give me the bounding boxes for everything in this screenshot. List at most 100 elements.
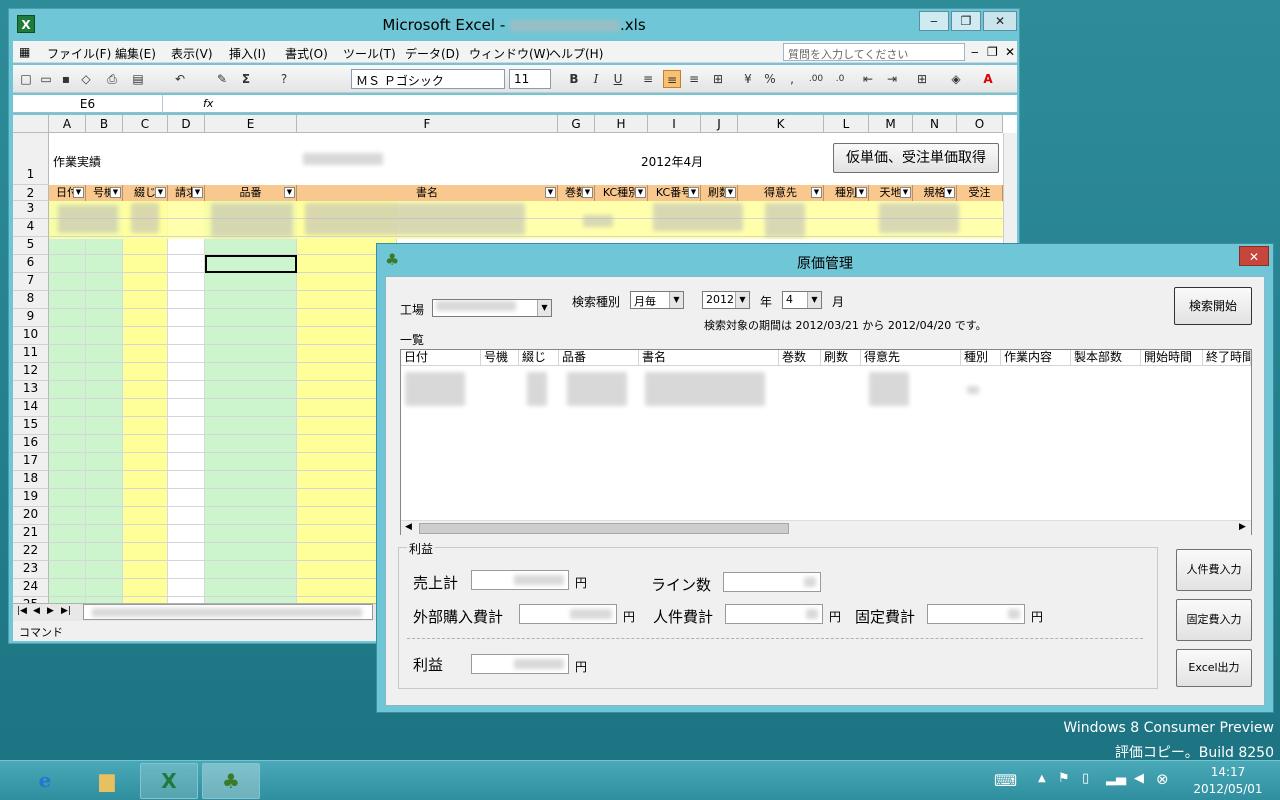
excel-output-button[interactable]: Excel出力 [1176, 649, 1252, 687]
sheet-next-icon[interactable]: ▶ [47, 606, 54, 616]
list-col-kind[interactable]: 種別 [961, 350, 1001, 366]
row-header-10[interactable]: 10 [13, 327, 49, 345]
row-header-8[interactable]: 8 [13, 291, 49, 309]
filter-dropdown-icon[interactable]: ▼ [155, 187, 166, 198]
list-col-machine[interactable]: 号機 [481, 350, 519, 366]
bold-icon[interactable]: B [565, 70, 583, 88]
filter-dropdown-icon[interactable]: ▼ [900, 187, 911, 198]
cell-i1[interactable]: 2012年4月 [641, 153, 703, 170]
filter-dropdown-icon[interactable]: ▼ [688, 187, 699, 198]
col-header-g[interactable]: G [558, 115, 595, 133]
excel-taskbar-icon[interactable]: X [140, 763, 198, 799]
row-header-5[interactable]: 5 [13, 237, 49, 255]
name-box[interactable]: E6 [13, 95, 163, 113]
outsourcing-field[interactable] [519, 604, 617, 624]
filter-dropdown-icon[interactable]: ▼ [284, 187, 295, 198]
clock-time[interactable]: 14:17 [1188, 765, 1268, 779]
decrease-decimal-icon[interactable]: .0 [831, 70, 849, 88]
italic-icon[interactable]: I [587, 70, 605, 88]
autosum-icon[interactable]: Σ [237, 70, 255, 88]
filter-dropdown-icon[interactable]: ▼ [725, 187, 736, 198]
filter-print-count[interactable]: 刷数 ▼ [701, 185, 738, 201]
filter-spec[interactable]: 規格 ▼ [913, 185, 957, 201]
results-listview[interactable]: 日付 号機 綴じ 品番 書名 巻数 刷数 得意先 種別 作業内容 製本部数 開始… [400, 349, 1252, 535]
internet-explorer-icon[interactable]: e [16, 763, 74, 799]
labor-field[interactable] [725, 604, 823, 624]
filter-dropdown-icon[interactable]: ▼ [192, 187, 203, 198]
maximize-button[interactable]: ❐ [951, 11, 981, 31]
row-header-12[interactable]: 12 [13, 363, 49, 381]
keyboard-icon[interactable]: ⌨ [994, 771, 1017, 790]
row-header-18[interactable]: 18 [13, 471, 49, 489]
menu-view[interactable]: 表示(V) [171, 45, 213, 62]
font-color-icon[interactable]: A [979, 70, 997, 88]
col-header-f[interactable]: F [297, 115, 558, 133]
row-header-19[interactable]: 19 [13, 489, 49, 507]
filter-dropdown-icon[interactable]: ▼ [856, 187, 867, 198]
line-count-field[interactable] [723, 572, 821, 592]
selected-cell-e6[interactable] [205, 255, 297, 273]
filter-billing[interactable]: 請求 ▼ [168, 185, 205, 201]
row-header-23[interactable]: 23 [13, 561, 49, 579]
doc-close-icon[interactable]: ✕ [1005, 45, 1015, 59]
borders-icon[interactable]: ⊞ [913, 70, 931, 88]
scroll-left-icon[interactable]: ◀ [405, 522, 412, 532]
row-header-9[interactable]: 9 [13, 309, 49, 327]
cell-f1-blurred[interactable] [303, 153, 383, 165]
function-icon[interactable]: fx [203, 97, 213, 110]
menu-data[interactable]: データ(D) [405, 45, 460, 62]
filter-kc-type[interactable]: KC種別 ▼ [595, 185, 648, 201]
outdent-icon[interactable]: ⇤ [859, 70, 877, 88]
excel-titlebar[interactable]: X Microsoft Excel - .xls ‒ ❐ ✕ [9, 9, 1019, 41]
row-header-14[interactable]: 14 [13, 399, 49, 417]
factory-combobox[interactable]: ▼ [432, 299, 552, 317]
row-header-3[interactable]: 3 [13, 201, 49, 219]
help-search-input[interactable]: 質問を入力してください [783, 43, 965, 61]
list-col-date[interactable]: 日付 [401, 350, 481, 366]
row-header-20[interactable]: 20 [13, 507, 49, 525]
filter-volume[interactable]: 巻数 ▼ [558, 185, 595, 201]
list-col-copies[interactable]: 製本部数 [1071, 350, 1141, 366]
list-col-customer[interactable]: 得意先 [861, 350, 961, 366]
cost-management-dialog[interactable]: ♣ 原価管理 ✕ 工場 ▼ 検索種別 月毎 ▼ 2012 ▼ 年 4 ▼ 月 検索対象… [376, 243, 1274, 713]
filter-dropdown-icon[interactable]: ▼ [635, 187, 646, 198]
close-button[interactable]: ✕ [983, 11, 1017, 31]
filter-dropdown-icon[interactable]: ▼ [545, 187, 556, 198]
doc-restore-icon[interactable]: ❐ [987, 45, 998, 59]
merge-center-icon[interactable]: ⊞ [709, 70, 727, 88]
fixed-input-button[interactable]: 固定費入力 [1176, 599, 1252, 641]
scroll-thumb[interactable] [419, 523, 789, 534]
sales-total-field[interactable] [471, 570, 569, 590]
filter-item-no[interactable]: 品番 ▼ [205, 185, 297, 201]
filter-dropdown-icon[interactable]: ▼ [73, 187, 84, 198]
network-icon[interactable]: ▂▄ [1106, 771, 1126, 786]
filter-machine[interactable]: 号機 ▼ [86, 185, 123, 201]
list-col-work[interactable]: 作業内容 [1001, 350, 1071, 366]
align-left-icon[interactable]: ≡ [639, 70, 657, 88]
chevron-down-icon[interactable]: ▼ [669, 292, 683, 308]
year-combobox[interactable]: 2012 ▼ [702, 291, 750, 309]
dialog-titlebar[interactable]: ♣ 原価管理 ✕ [377, 244, 1273, 276]
align-right-icon[interactable]: ≡ [685, 70, 703, 88]
list-col-start-time[interactable]: 開始時間 [1141, 350, 1203, 366]
open-icon[interactable]: ▭ [37, 70, 55, 88]
paste-icon[interactable]: ▤ [129, 70, 147, 88]
filter-order[interactable]: 受注 [957, 185, 1003, 201]
save-icon[interactable]: ▪ [57, 70, 75, 88]
filter-dropdown-icon[interactable]: ▼ [110, 187, 121, 198]
filter-dropdown-icon[interactable]: ▼ [944, 187, 955, 198]
col-header-b[interactable]: B [86, 115, 123, 133]
dialog-close-button[interactable]: ✕ [1239, 246, 1269, 266]
percent-icon[interactable]: % [761, 70, 779, 88]
filter-kind[interactable]: 種別 ▼ [824, 185, 869, 201]
fixed-cost-field[interactable] [927, 604, 1025, 624]
row-header-21[interactable]: 21 [13, 525, 49, 543]
row-header-2[interactable]: 2 [13, 185, 49, 201]
filter-size[interactable]: 天地 ▼ [869, 185, 913, 201]
comma-icon[interactable]: , [783, 70, 801, 88]
col-header-l[interactable]: L [824, 115, 869, 133]
power-icon[interactable]: ▯ [1082, 771, 1089, 786]
row-header-11[interactable]: 11 [13, 345, 49, 363]
search-type-combobox[interactable]: 月毎 ▼ [630, 291, 684, 309]
row-header-16[interactable]: 16 [13, 435, 49, 453]
